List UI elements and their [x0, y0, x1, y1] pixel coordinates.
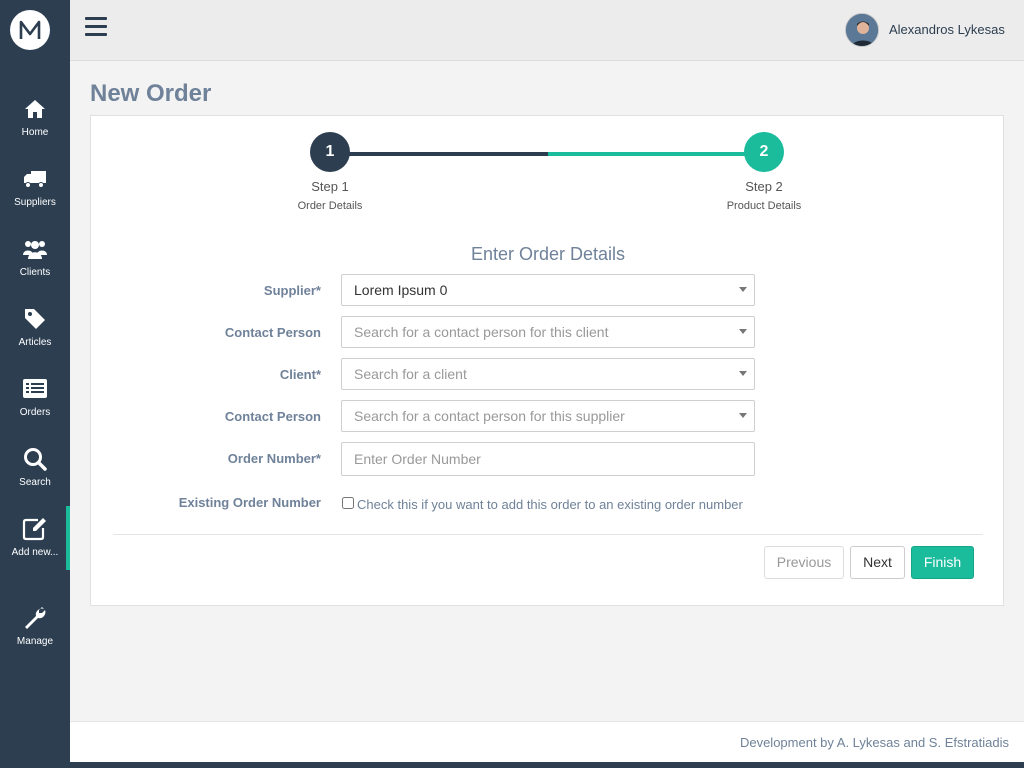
wrench-icon	[25, 607, 46, 629]
sidebar-item-label: Articles	[18, 337, 52, 348]
sidebar-item-label: Manage	[16, 636, 54, 647]
order-number-label: Order Number*	[227, 451, 321, 466]
sidebar-item-label: Suppliers	[14, 197, 56, 208]
sidebar-item-add-new[interactable]: Add new...	[0, 506, 70, 576]
supplier-select-value: Lorem Ipsum 0	[354, 282, 448, 298]
order-number-input[interactable]	[341, 442, 755, 476]
home-icon	[25, 100, 45, 118]
sidebar-item-search[interactable]: Search	[0, 446, 70, 506]
contact-person-supplier-select[interactable]: Search for a contact person for this sup…	[341, 400, 755, 432]
users-icon	[23, 241, 47, 259]
contact-person-client-label: Contact Person	[224, 325, 321, 340]
hamburger-menu-icon[interactable]	[85, 17, 107, 37]
bottom-bar	[70, 762, 1024, 768]
user-avatar-icon	[846, 14, 878, 46]
truck-icon	[24, 171, 46, 188]
avatar[interactable]	[845, 13, 879, 47]
wizard-step-1-subtitle: Order Details	[297, 200, 363, 212]
sidebar-item-label: Add new...	[11, 547, 59, 558]
chevron-down-icon	[739, 287, 747, 292]
wizard-step-2-subtitle: Product Details	[726, 200, 802, 212]
wizard-step-2-circle[interactable]: 2	[744, 132, 784, 172]
client-select[interactable]: Search for a client	[341, 358, 755, 390]
page-title: New Order	[90, 80, 212, 107]
sidebar-item-manage[interactable]: Manage	[0, 605, 70, 665]
sidebar-item-suppliers[interactable]: Suppliers	[0, 166, 70, 226]
sidebar-item-label: Clients	[19, 267, 51, 278]
existing-order-checkbox[interactable]	[342, 497, 354, 509]
top-header: Alexandros Lykesas	[70, 0, 1024, 61]
sidebar-item-label: Orders	[19, 407, 51, 418]
edit-icon	[22, 518, 46, 541]
wizard-progress-remaining	[548, 152, 764, 156]
logo-m-icon	[19, 20, 41, 39]
form-title: Enter Order Details	[470, 244, 626, 264]
existing-order-checkbox-label[interactable]: Check this if you want to add this order…	[357, 497, 743, 512]
sidebar-item-clients[interactable]: Clients	[0, 236, 70, 296]
wizard-step-2-title: Step 2	[745, 179, 783, 194]
sidebar-item-label: Home	[21, 127, 49, 138]
wizard-step-1-title: Step 1	[311, 179, 349, 194]
chevron-down-icon	[739, 371, 747, 376]
footer: Development by A. Lykesas and S. Efstrat…	[70, 721, 1024, 762]
chevron-down-icon	[739, 413, 747, 418]
sidebar-item-orders[interactable]: Orders	[0, 376, 70, 436]
supplier-select[interactable]: Lorem Ipsum 0	[341, 274, 755, 306]
footer-credits: Development by A. Lykesas and S. Efstrat…	[739, 735, 1009, 750]
contact-person-supplier-placeholder: Search for a contact person for this sup…	[354, 408, 625, 424]
sidebar-item-home[interactable]: Home	[0, 96, 70, 156]
form-divider	[113, 534, 983, 535]
supplier-label: Supplier*	[263, 283, 321, 298]
sidebar-item-articles[interactable]: Articles	[0, 306, 70, 366]
tag-icon	[25, 309, 45, 329]
search-icon	[24, 448, 47, 471]
wizard-step-1-circle[interactable]: 1	[310, 132, 350, 172]
previous-button[interactable]: Previous	[764, 546, 844, 579]
chevron-down-icon	[739, 329, 747, 334]
app-logo[interactable]	[10, 10, 50, 50]
existing-order-number-label: Existing Order Number	[178, 495, 321, 510]
sidebar-item-label: Search	[19, 477, 51, 488]
client-label: Client*	[279, 367, 321, 382]
list-icon	[23, 379, 47, 398]
client-placeholder: Search for a client	[354, 366, 467, 382]
contact-person-supplier-label: Contact Person	[224, 409, 321, 424]
contact-person-client-select[interactable]: Search for a contact person for this cli…	[341, 316, 755, 348]
user-name[interactable]: Alexandros Lykesas	[889, 22, 1005, 37]
next-button[interactable]: Next	[850, 546, 905, 579]
finish-button[interactable]: Finish	[911, 546, 974, 579]
sidebar: Home Suppliers Clients Articles Orders S…	[0, 0, 70, 768]
wizard-progress-completed	[331, 152, 548, 156]
contact-person-client-placeholder: Search for a contact person for this cli…	[354, 324, 609, 340]
order-form-card: 1 2 Step 1 Order Details Step 2 Product …	[90, 115, 1004, 606]
